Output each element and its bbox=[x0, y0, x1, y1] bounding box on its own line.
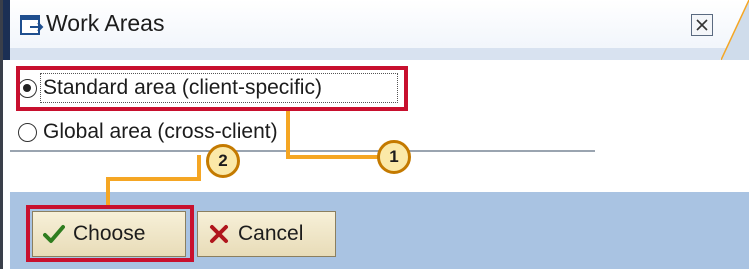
callout-badge-1: 1 bbox=[377, 140, 411, 174]
close-button[interactable] bbox=[691, 14, 713, 36]
callout-badge-2: 2 bbox=[206, 144, 240, 178]
window-edit-icon bbox=[20, 13, 46, 37]
radio-option-global[interactable]: Global area (cross-client) bbox=[18, 115, 278, 149]
cancel-x-icon bbox=[208, 223, 230, 245]
highlight-box-standard bbox=[16, 66, 408, 111]
callout-1-line bbox=[286, 155, 378, 159]
dialog-title: Work Areas bbox=[46, 10, 165, 36]
separator-line bbox=[10, 150, 595, 152]
highlight-box-choose bbox=[26, 205, 194, 262]
close-x-icon bbox=[696, 19, 708, 31]
callout-1-line bbox=[286, 111, 290, 159]
radio-label-global: Global area (cross-client) bbox=[43, 120, 278, 143]
cancel-button[interactable]: Cancel bbox=[197, 211, 336, 257]
radio-button-unselected[interactable] bbox=[18, 122, 37, 142]
callout-2-line bbox=[106, 177, 201, 181]
callout-2-line bbox=[106, 177, 110, 207]
work-areas-dialog: Work Areas Standard area (client-specifi… bbox=[0, 0, 749, 269]
cancel-button-label: Cancel bbox=[238, 222, 304, 245]
title-bar-corner bbox=[721, 0, 749, 60]
title-bar-accent bbox=[3, 0, 10, 60]
title-bar-strip bbox=[10, 48, 749, 60]
